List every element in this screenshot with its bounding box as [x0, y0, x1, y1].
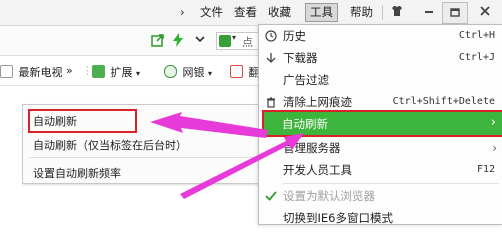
- menu-item-dev-tools[interactable]: 开发人员工具 F12: [259, 159, 502, 181]
- menu-item-manage-server-label: 管理服务器: [283, 141, 341, 155]
- menu-item-ie6-mode-label: 切换到IE6多窗口模式: [283, 211, 393, 225]
- bank-dropdown-icon: ▾: [208, 69, 213, 78]
- menu-divider: [283, 183, 499, 184]
- menu-item-set-default-label: 设置为默认浏览器: [283, 189, 375, 203]
- menu-separator: [382, 5, 383, 20]
- submenu-divider: [29, 157, 253, 158]
- submenu-set-frequency[interactable]: 设置自动刷新频率: [33, 165, 121, 181]
- chevron-right-icon: ›: [492, 141, 497, 155]
- menu-item-downloader[interactable]: 下载器 Ctrl+J: [259, 47, 502, 69]
- share-icon[interactable]: [150, 33, 166, 49]
- minimize-icon[interactable]: [416, 2, 442, 24]
- close-icon[interactable]: [472, 2, 498, 24]
- menu-view[interactable]: 查看: [230, 3, 261, 22]
- menu-item-downloader-label: 下载器: [283, 51, 318, 65]
- menu-item-auto-refresh[interactable]: 自动刷新 ›: [262, 110, 502, 137]
- menu-item-dev-tools-shortcut: F12: [476, 164, 495, 175]
- menu-item-downloader-shortcut: Ctrl+J: [458, 52, 495, 63]
- bookmark-latest-tv-label: 最新电视: [18, 66, 63, 79]
- menu-item-set-default: 设置为默认浏览器: [259, 185, 502, 207]
- search-engine-icon[interactable]: [219, 35, 231, 47]
- shirt-icon[interactable]: [384, 2, 410, 24]
- menu-item-auto-refresh-label: 自动刷新: [282, 117, 328, 131]
- bank-button[interactable]: 网银 ▾: [164, 64, 212, 80]
- restore-icon[interactable]: [442, 2, 468, 24]
- extension-label: 扩展: [110, 66, 133, 79]
- bookmark-latest-tv[interactable]: 最新电视: [0, 64, 63, 80]
- menu-item-ad-filter-label: 广告过滤: [283, 73, 329, 87]
- check-icon: [264, 185, 278, 209]
- menu-favorites[interactable]: 收藏: [264, 3, 295, 22]
- download-icon: [264, 47, 278, 71]
- chevron-right-icon: ›: [490, 115, 496, 130]
- extension-button[interactable]: 扩展 ▾: [92, 64, 140, 80]
- clock-icon: [264, 25, 278, 49]
- menu-item-history[interactable]: 历史 Ctrl+H: [259, 25, 502, 47]
- submenu-auto-refresh-background[interactable]: 自动刷新（仅当标签在后台时）: [33, 137, 187, 153]
- submenu-callout-box: [28, 109, 137, 133]
- menu-item-ad-filter[interactable]: 广告过滤: [259, 69, 502, 91]
- menu-item-history-label: 历史: [283, 29, 306, 43]
- menu-item-history-shortcut: Ctrl+H: [458, 30, 495, 41]
- chevron-down-icon[interactable]: [192, 33, 208, 49]
- menu-tools[interactable]: 工具: [305, 3, 338, 22]
- menu-help[interactable]: 帮助: [346, 3, 377, 22]
- lightning-icon[interactable]: [170, 33, 186, 49]
- menu-overflow-chevron[interactable]: ›: [176, 3, 189, 22]
- bookmarks-more-chevron[interactable]: »: [66, 64, 73, 77]
- search-engine-dropdown-icon[interactable]: ▾: [232, 33, 236, 42]
- search-placeholder: 点: [242, 36, 253, 49]
- puzzle-icon: [92, 65, 105, 78]
- extension-dropdown-icon: ▾: [136, 69, 141, 78]
- doc-icon: [0, 65, 13, 78]
- menu-item-dev-tools-label: 开发人员工具: [283, 163, 352, 177]
- translate-button[interactable]: 翻: [230, 64, 260, 80]
- menu-item-ie6-mode[interactable]: 切换到IE6多窗口模式: [259, 207, 502, 229]
- menu-item-manage-server[interactable]: 管理服务器 ›: [259, 137, 502, 159]
- shield-icon: [164, 65, 177, 78]
- translate-icon: [230, 65, 243, 78]
- menu-file[interactable]: 文件: [196, 3, 227, 22]
- menu-bar: › 文件 查看 收藏 工具 帮助: [0, 0, 502, 26]
- search-input[interactable]: ▾ 点: [216, 32, 262, 50]
- bank-label: 网银: [182, 66, 205, 79]
